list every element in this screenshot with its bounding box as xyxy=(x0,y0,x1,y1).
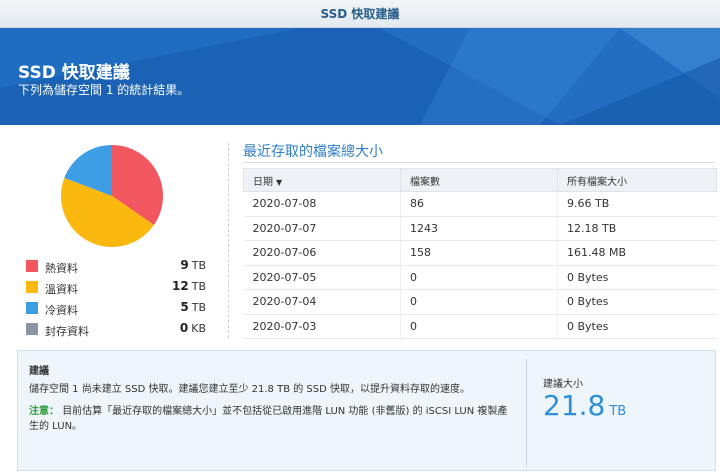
legend-value: 5 TB xyxy=(180,300,206,314)
cell-file-count: 0 xyxy=(400,314,558,339)
legend-value: 9 TB xyxy=(180,258,206,272)
legend-value-unit: TB xyxy=(191,259,206,272)
legend-value-unit: TB xyxy=(191,301,206,314)
cell-total-size: 0 Bytes xyxy=(557,314,717,339)
legend-swatch xyxy=(26,323,38,335)
recommended-size-value: 21.8 xyxy=(543,389,606,422)
legend-item: 封存資料 0 KB xyxy=(26,319,206,340)
cell-total-size: 9.66 TB xyxy=(557,191,717,217)
legend-swatch xyxy=(26,281,38,293)
column-header-date[interactable]: 日期 ▼ xyxy=(243,168,401,192)
legend-value: 12 TB xyxy=(172,279,206,293)
advice-divider xyxy=(526,359,527,467)
cell-total-size: 161.48 MB xyxy=(557,240,717,266)
column-header-file-count[interactable]: 檔案數 xyxy=(400,168,558,192)
recommended-size-unit: TB xyxy=(609,404,627,419)
legend-value-unit: KB xyxy=(191,322,206,335)
table-row[interactable]: 2020-07-03 0 0 Bytes xyxy=(243,314,717,339)
table-row[interactable]: 2020-07-06 158 161.48 MB xyxy=(243,240,717,266)
cell-date: 2020-07-04 xyxy=(243,289,401,315)
section-divider xyxy=(228,143,229,338)
banner-subtitle: 下列為儲存空間 1 的統計結果。 xyxy=(18,83,190,97)
cell-file-count: 158 xyxy=(400,240,558,266)
cell-file-count: 0 xyxy=(400,289,558,315)
legend-label: 溫資料 xyxy=(45,283,78,296)
cell-date: 2020-07-08 xyxy=(243,191,401,217)
usage-legend: 熱資料 9 TB 溫資料 12 TB 冷資料 5 TB 封存資料 0 KB xyxy=(26,256,206,340)
sort-descending-icon: ▼ xyxy=(276,177,283,187)
legend-item: 溫資料 12 TB xyxy=(26,277,206,298)
advice-text: 儲存空間 1 尚未建立 SSD 快取。建議您建立至少 21.8 TB 的 SSD… xyxy=(29,384,470,395)
table-row[interactable]: 2020-07-08 86 9.66 TB xyxy=(243,191,717,217)
title-underline xyxy=(243,162,715,163)
legend-swatch xyxy=(26,260,38,272)
note-label: 注意： xyxy=(29,406,59,417)
advice-title: 建議 xyxy=(29,366,49,377)
legend-item: 冷資料 5 TB xyxy=(26,298,206,319)
cell-date: 2020-07-06 xyxy=(243,240,401,266)
cell-total-size: 0 Bytes xyxy=(557,289,717,315)
window-title: SSD 快取建議 xyxy=(0,0,720,28)
legend-value-number: 12 xyxy=(172,279,189,293)
advice-panel: 建議 儲存空間 1 尚未建立 SSD 快取。建議您建立至少 21.8 TB 的 … xyxy=(17,350,716,471)
legend-value-number: 0 xyxy=(179,321,189,335)
recommended-size-label: 建議大小 xyxy=(543,379,583,390)
banner-title: SSD 快取建議 xyxy=(18,63,130,83)
legend-label: 熱資料 xyxy=(45,262,78,275)
recent-access-title: 最近存取的檔案總大小 xyxy=(243,144,383,160)
cell-date: 2020-07-05 xyxy=(243,265,401,290)
table-row[interactable]: 2020-07-05 0 0 Bytes xyxy=(243,265,717,290)
cell-file-count: 86 xyxy=(400,191,558,217)
legend-value: 0 KB xyxy=(180,321,206,335)
legend-value-number: 9 xyxy=(180,258,189,272)
note-text: 目前估算「最近存取的檔案總大小」並不包括從已啟用進階 LUN 功能 (非舊版) … xyxy=(29,406,508,432)
legend-label: 冷資料 xyxy=(45,304,78,317)
banner: SSD 快取建議 下列為儲存空間 1 的統計結果。 xyxy=(0,28,720,125)
cell-file-count: 1243 xyxy=(400,216,558,241)
legend-value-unit: TB xyxy=(191,280,206,293)
cell-total-size: 0 Bytes xyxy=(557,265,717,290)
table-row[interactable]: 2020-07-04 0 0 Bytes xyxy=(243,289,717,315)
advice-note: 注意： 目前估算「最近存取的檔案總大小」並不包括從已啟用進階 LUN 功能 (非… xyxy=(29,404,514,434)
legend-label: 封存資料 xyxy=(45,325,89,338)
legend-value-number: 5 xyxy=(180,300,189,314)
table-row[interactable]: 2020-07-07 1243 12.18 TB xyxy=(243,216,717,241)
table-header-row: 日期 ▼ 檔案數 所有檔案大小 xyxy=(243,168,717,192)
column-header-total-size[interactable]: 所有檔案大小 xyxy=(557,168,717,192)
usage-pie-chart xyxy=(58,143,166,249)
legend-item: 熱資料 9 TB xyxy=(26,256,206,277)
recommended-size: 21.8 TB xyxy=(543,389,626,422)
cell-total-size: 12.18 TB xyxy=(557,216,717,241)
cell-date: 2020-07-07 xyxy=(243,216,401,241)
cell-date: 2020-07-03 xyxy=(243,314,401,339)
recent-access-table: 日期 ▼ 檔案數 所有檔案大小 2020-07-08 86 9.66 TB 2020-0… xyxy=(243,168,717,339)
legend-swatch xyxy=(26,302,38,314)
cell-file-count: 0 xyxy=(400,265,558,290)
